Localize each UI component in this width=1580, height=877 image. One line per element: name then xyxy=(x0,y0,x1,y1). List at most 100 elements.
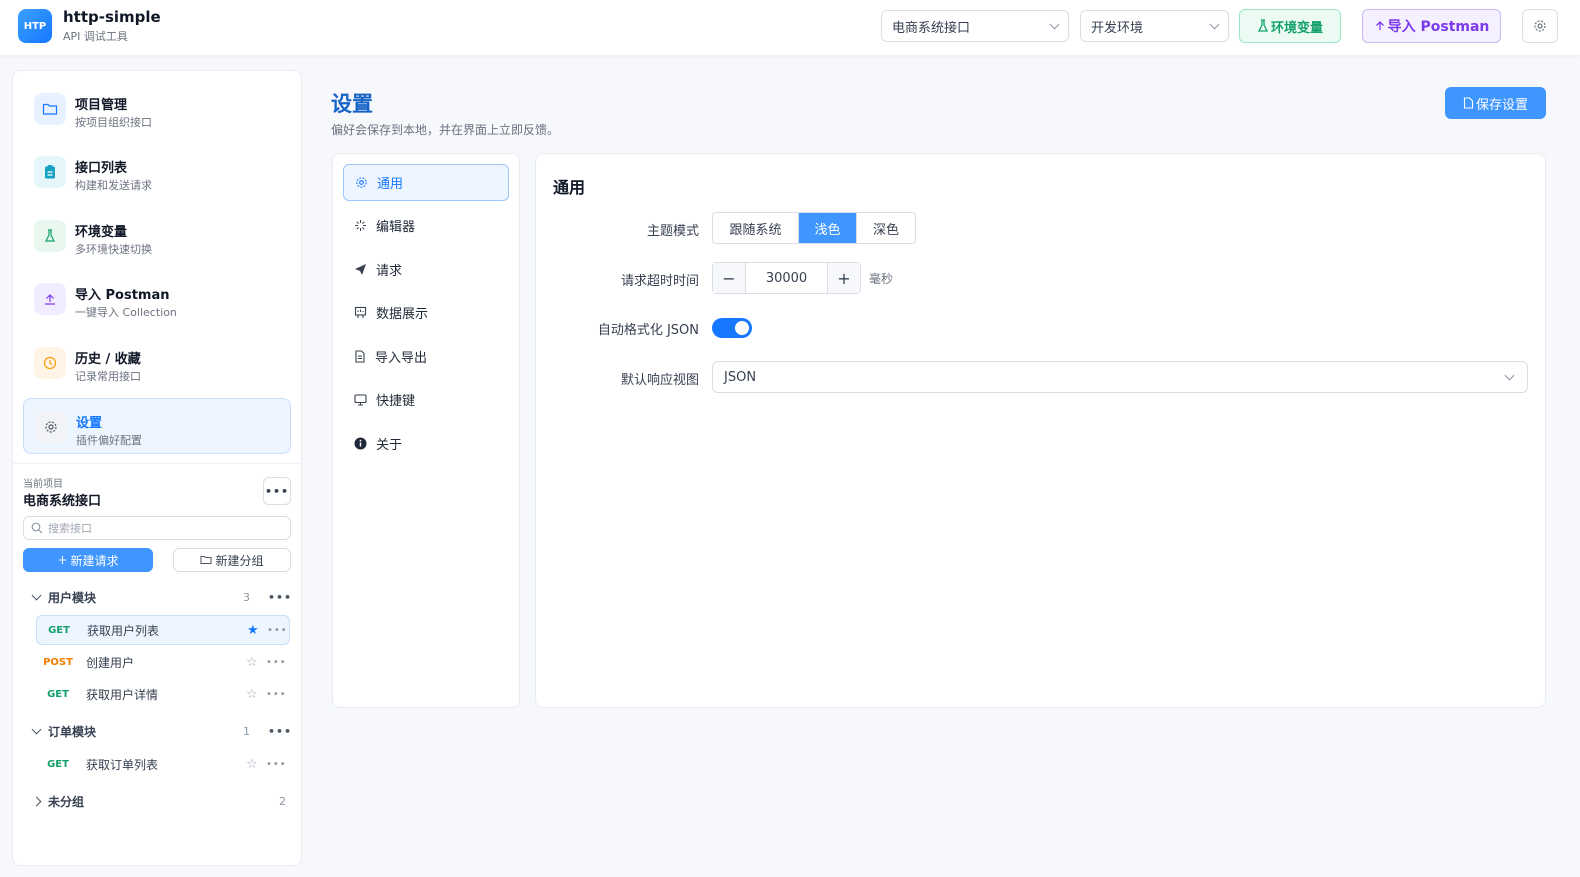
env-variables-label: 环境变量 xyxy=(1270,20,1323,36)
sidebar-item-import-postman[interactable]: 导入 Postman 一键导入 Collection xyxy=(23,271,291,327)
auto-format-label: 自动格式化 JSON xyxy=(597,323,699,338)
document-icon xyxy=(1463,97,1474,109)
theme-option-system[interactable]: 跟随系统 xyxy=(713,213,799,243)
request-name: 创建用户 xyxy=(86,655,135,670)
request-item[interactable]: POST 创建用户 ☆ ••• xyxy=(36,647,290,677)
panel-title: 通用 xyxy=(553,178,586,197)
star-icon[interactable]: ☆ xyxy=(246,655,258,670)
chevron-down-icon xyxy=(1209,19,1220,29)
request-item[interactable]: GET 获取用户详情 ☆ ••• xyxy=(36,679,290,709)
sidebar-item-label: 项目管理 xyxy=(75,98,128,113)
gear-icon xyxy=(1534,20,1546,32)
upload-icon xyxy=(34,283,66,315)
sidebar-item-desc: 一键导入 Collection xyxy=(75,306,177,319)
tab-shortcuts[interactable]: 快捷键 xyxy=(343,381,509,418)
default-view-label: 默认响应视图 xyxy=(620,373,699,388)
sidebar-item-projects[interactable]: 项目管理 按项目组织接口 xyxy=(23,81,291,137)
theme-option-light[interactable]: 浅色 xyxy=(799,213,857,243)
star-icon[interactable]: ☆ xyxy=(246,687,258,702)
tab-data-display[interactable]: 数据展示 xyxy=(343,294,509,331)
chart-icon xyxy=(354,306,367,318)
group-user-module[interactable]: 用户模块 3 ••• xyxy=(23,584,291,610)
sidebar-item-settings[interactable]: 设置 插件偏好配置 xyxy=(23,398,291,454)
chevron-down-icon xyxy=(31,724,42,734)
toggle-knob xyxy=(735,321,749,335)
request-item[interactable]: GET 获取订单列表 ☆ ••• xyxy=(36,749,290,779)
request-more-button[interactable]: ••• xyxy=(266,759,287,770)
settings-gear-button[interactable] xyxy=(1522,9,1558,43)
tab-label: 导入导出 xyxy=(375,351,428,366)
tab-general[interactable]: 通用 xyxy=(343,164,509,201)
group-ungrouped[interactable]: 未分组 2 xyxy=(23,788,291,814)
sidebar-item-label: 设置 xyxy=(76,416,103,431)
flask-icon xyxy=(1257,19,1269,32)
save-settings-button[interactable]: 保存设置 xyxy=(1445,87,1546,119)
request-more-button[interactable]: ••• xyxy=(266,689,287,700)
environment-select[interactable]: 开发环境 xyxy=(1080,10,1229,42)
send-icon xyxy=(355,264,366,275)
request-more-button[interactable]: ••• xyxy=(267,625,288,636)
flask-icon xyxy=(34,220,66,252)
group-name: 订单模块 xyxy=(48,724,97,739)
import-postman-button[interactable]: 导入 Postman xyxy=(1362,9,1501,43)
search-input[interactable]: 搜索接口 xyxy=(23,516,291,540)
sidebar-item-label: 历史 / 收藏 xyxy=(75,352,141,367)
group-order-module[interactable]: 订单模块 1 ••• xyxy=(23,718,291,744)
project-select-value: 电商系统接口 xyxy=(892,20,971,36)
save-settings-label: 保存设置 xyxy=(1475,97,1528,113)
search-placeholder: 搜索接口 xyxy=(48,522,92,535)
chevron-down-icon xyxy=(1504,370,1515,381)
request-item[interactable]: GET 获取用户列表 ★ ••• xyxy=(36,615,290,645)
sidebar-item-label: 接口列表 xyxy=(75,161,128,176)
chevron-right-icon xyxy=(31,796,42,806)
default-view-value: JSON xyxy=(724,369,757,385)
folder-icon xyxy=(200,556,212,564)
project-select[interactable]: 电商系统接口 xyxy=(881,10,1069,42)
tab-label: 快捷键 xyxy=(376,394,416,409)
decrement-button[interactable]: − xyxy=(713,263,745,293)
star-icon[interactable]: ★ xyxy=(247,623,259,638)
theme-mode-selector: 跟随系统 浅色 深色 xyxy=(712,212,916,244)
theme-option-dark[interactable]: 深色 xyxy=(857,213,915,243)
tab-about[interactable]: 关于 xyxy=(343,425,509,462)
tab-editor[interactable]: 编辑器 xyxy=(343,207,509,244)
settings-panel: 通用 主题模式 跟随系统 浅色 深色 请求超时时间 − 30000 + 毫秒 自… xyxy=(535,153,1546,708)
app-title: http-simple xyxy=(63,8,161,26)
new-request-button[interactable]: + 新建请求 xyxy=(23,548,153,572)
tab-request[interactable]: 请求 xyxy=(343,251,509,288)
clock-icon xyxy=(34,347,66,379)
auto-format-toggle[interactable] xyxy=(712,318,752,338)
tab-label: 通用 xyxy=(377,177,404,192)
group-more-button[interactable]: ••• xyxy=(268,725,292,738)
sidebar-item-history[interactable]: 历史 / 收藏 记录常用接口 xyxy=(23,335,291,391)
sidebar-item-label: 环境变量 xyxy=(75,225,128,240)
tab-import-export[interactable]: 导入导出 xyxy=(343,338,509,375)
group-name: 未分组 xyxy=(48,794,85,809)
project-more-button[interactable]: ••• xyxy=(263,477,291,505)
default-view-select[interactable]: JSON xyxy=(712,361,1528,393)
sparkle-icon xyxy=(355,220,366,231)
tab-label: 编辑器 xyxy=(376,220,416,235)
gear-icon xyxy=(356,177,367,188)
sidebar-item-desc: 构建和发送请求 xyxy=(75,179,152,192)
sidebar-item-api-list[interactable]: 接口列表 构建和发送请求 xyxy=(23,144,291,200)
app-logo: HTP xyxy=(18,9,52,43)
star-icon[interactable]: ☆ xyxy=(246,757,258,772)
import-postman-label: 导入 Postman xyxy=(1387,19,1490,35)
sidebar-item-env-vars[interactable]: 环境变量 多环境快速切换 xyxy=(23,208,291,264)
app-subtitle: API 调试工具 xyxy=(63,30,128,43)
sidebar-item-desc: 按项目组织接口 xyxy=(75,116,152,129)
request-more-button[interactable]: ••• xyxy=(266,657,287,668)
timeout-input[interactable]: 30000 xyxy=(745,263,828,293)
group-more-button[interactable]: ••• xyxy=(268,591,292,604)
timeout-unit: 毫秒 xyxy=(869,272,894,286)
info-icon xyxy=(354,437,367,450)
env-variables-button[interactable]: 环境变量 xyxy=(1239,9,1341,43)
theme-mode-label: 主题模式 xyxy=(646,224,699,239)
chevron-down-icon xyxy=(1049,19,1060,29)
increment-button[interactable]: + xyxy=(828,263,860,293)
clipboard-icon xyxy=(34,156,66,188)
new-group-button[interactable]: 新建分组 xyxy=(173,548,291,572)
gear-icon xyxy=(35,411,67,443)
request-name: 获取用户详情 xyxy=(86,687,159,702)
